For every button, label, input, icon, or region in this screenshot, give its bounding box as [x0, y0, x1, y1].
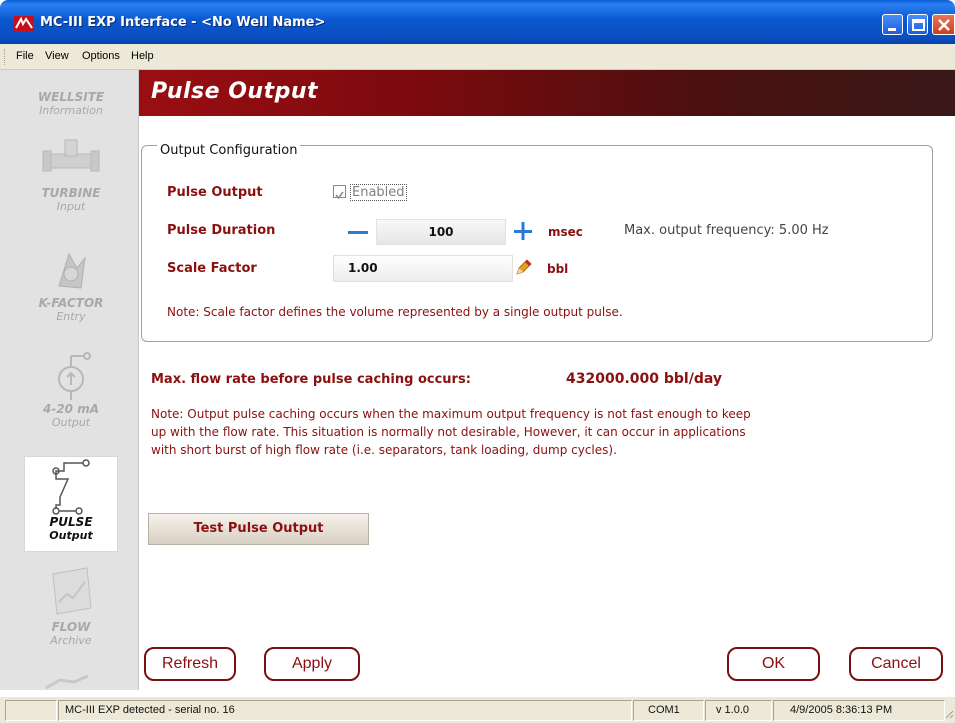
- minimize-button[interactable]: [882, 14, 903, 35]
- enabled-checkbox[interactable]: [333, 185, 346, 200]
- sidebar-item-sublabel: Archive: [50, 634, 92, 647]
- menu-bar: File View Options Help: [0, 44, 955, 70]
- status-bar: MC-III EXP detected - serial no. 16 COM1…: [0, 697, 955, 723]
- status-port: COM1: [633, 700, 704, 721]
- maximize-icon: [912, 19, 925, 31]
- refresh-button[interactable]: Refresh: [144, 647, 236, 681]
- status-message: MC-III EXP detected - serial no. 16: [58, 700, 632, 721]
- minimize-icon: [888, 28, 896, 31]
- sidebar-item-sublabel: Input: [56, 200, 86, 213]
- sidebar-item-label: K-FACTOR: [38, 296, 104, 310]
- k-factor-icon: [58, 252, 86, 289]
- close-button[interactable]: [932, 14, 955, 35]
- max-frequency-text: Max. output frequency: 5.00 Hz: [624, 223, 829, 238]
- sidebar-item-k-factor[interactable]: K-FACTOR Entry: [24, 246, 118, 323]
- caching-note-line: with short burst of high flow rate (i.e.…: [151, 443, 617, 457]
- sidebar-item-flow-archive[interactable]: FLOW Archive: [24, 564, 118, 647]
- sidebar-item-turbine[interactable]: TURBINE Input: [24, 136, 118, 213]
- sidebar-item-wellsite[interactable]: WELLSITE Information: [24, 90, 118, 117]
- apply-button[interactable]: Apply: [264, 647, 360, 681]
- increment-button[interactable]: [509, 219, 537, 243]
- sidebar-item-sublabel: Entry: [56, 310, 86, 323]
- sidebar-item-pulse-output[interactable]: PULSE Output: [24, 456, 118, 552]
- flow-archive-icon: [52, 567, 92, 615]
- enabled-checkbox-label[interactable]: Enabled: [350, 184, 407, 201]
- extra-nav-icon: [45, 674, 89, 690]
- sidebar-item-sublabel: Output: [51, 416, 91, 429]
- cancel-button[interactable]: Cancel: [849, 647, 943, 681]
- decrement-button[interactable]: [344, 220, 372, 244]
- pulse-duration-unit: msec: [548, 225, 583, 239]
- scale-factor-input[interactable]: 1.00: [333, 255, 513, 282]
- sidebar-item-4-20-ma[interactable]: 4-20 mA Output: [24, 352, 118, 429]
- page-header: Pulse Output: [139, 70, 955, 116]
- menu-view[interactable]: View: [45, 50, 69, 62]
- sidebar-item-label: WELLSITE: [37, 90, 105, 104]
- pulse-duration-label: Pulse Duration: [167, 223, 276, 238]
- status-datetime: 4/9/2005 8:36:13 PM: [773, 700, 945, 721]
- max-flow-value: 432000.000 bbl/day: [566, 371, 722, 387]
- menu-options[interactable]: Options: [82, 50, 120, 62]
- checkmark-icon: [335, 191, 344, 200]
- sidebar-nav: WELLSITE Information TURBINE Input K-FAC…: [0, 70, 139, 690]
- scale-factor-note: Note: Scale factor defines the volume re…: [167, 305, 623, 319]
- menu-grip: [4, 49, 7, 65]
- ok-button[interactable]: OK: [727, 647, 820, 681]
- pulse-icon: [52, 459, 90, 515]
- pulse-output-label: Pulse Output: [167, 185, 263, 200]
- max-flow-label: Max. flow rate before pulse caching occu…: [151, 372, 471, 387]
- sidebar-item-label: TURBINE: [41, 186, 101, 200]
- sidebar-item-label: PULSE: [49, 515, 93, 529]
- pulse-duration-field[interactable]: 100: [376, 219, 506, 245]
- sidebar-item-label: FLOW: [51, 620, 91, 634]
- close-icon: [938, 19, 950, 31]
- test-pulse-output-button[interactable]: Test Pulse Output: [148, 513, 369, 545]
- app-logo-icon: [14, 16, 34, 31]
- pencil-edit-icon[interactable]: [513, 258, 533, 278]
- status-cell-blank: [5, 700, 57, 721]
- maximize-button[interactable]: [907, 14, 928, 35]
- title-bar[interactable]: MC-III EXP Interface - <No Well Name>: [0, 0, 955, 44]
- turbine-icon: [42, 139, 100, 172]
- sidebar-item-sublabel: Information: [39, 104, 103, 117]
- scale-factor-unit: bbl: [547, 262, 569, 276]
- group-legend: Output Configuration: [157, 143, 301, 158]
- caching-note-line: Note: Output pulse caching occurs when t…: [151, 407, 751, 421]
- resize-grip-icon[interactable]: [944, 709, 954, 721]
- menu-file[interactable]: File: [16, 50, 34, 62]
- sidebar-item-sublabel: Output: [49, 529, 93, 542]
- caching-note-line: up with the flow rate. This situation is…: [151, 425, 746, 439]
- window-title: MC-III EXP Interface - <No Well Name>: [40, 15, 326, 30]
- scale-factor-label: Scale Factor: [167, 261, 257, 276]
- menu-help[interactable]: Help: [131, 50, 154, 62]
- sidebar-item-label: 4-20 mA: [43, 402, 99, 416]
- analog-output-icon: [58, 352, 91, 400]
- page-title: Pulse Output: [151, 79, 319, 104]
- status-version: v 1.0.0: [705, 700, 772, 721]
